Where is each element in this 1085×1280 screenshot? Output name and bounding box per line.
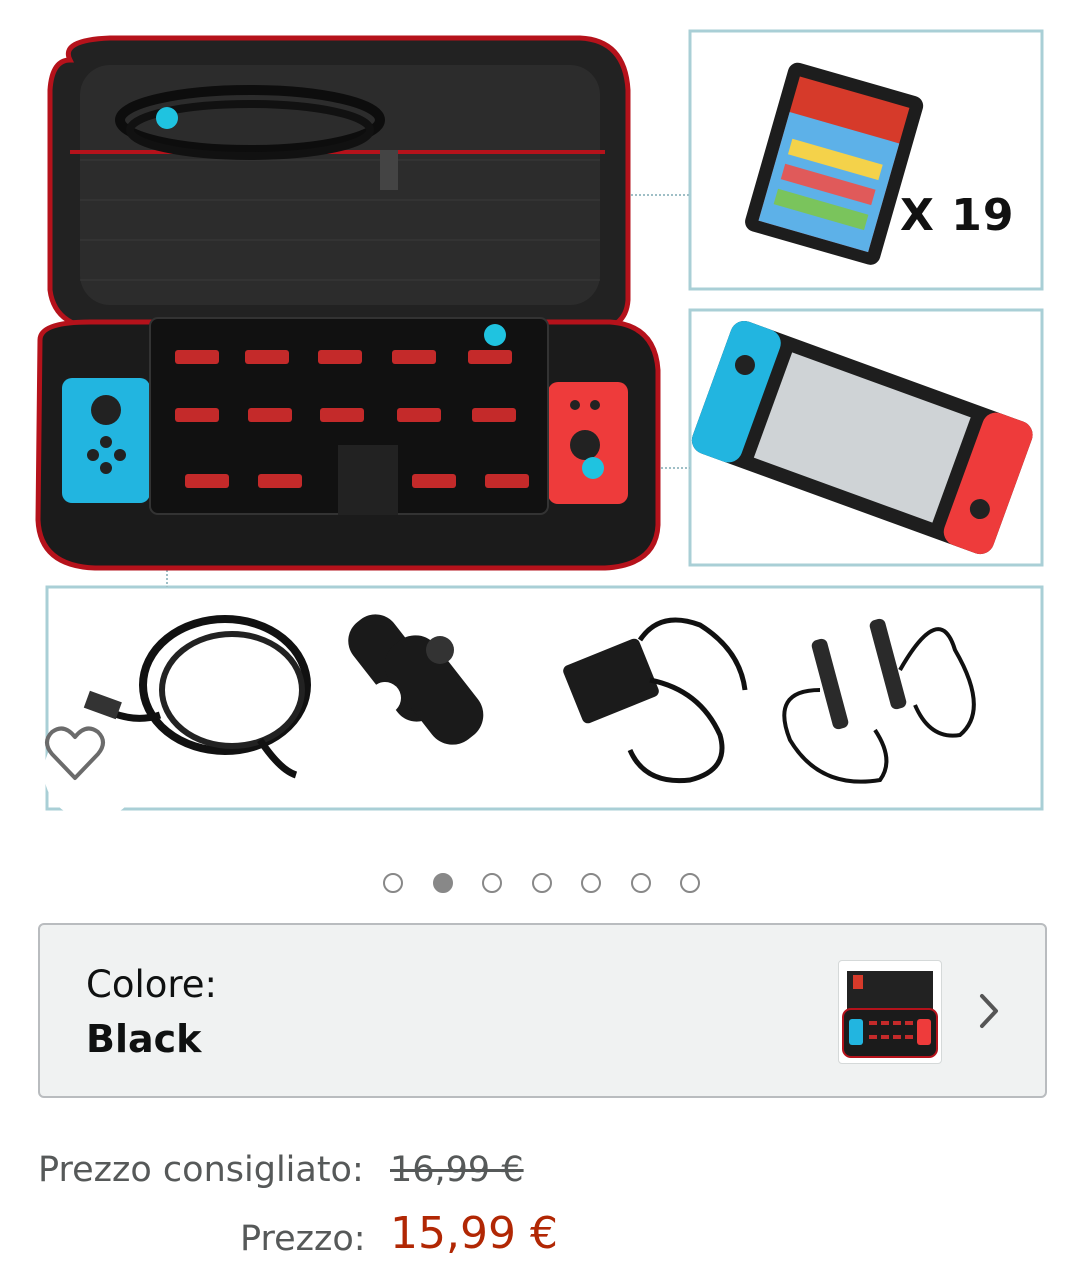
carousel-dot[interactable] bbox=[581, 873, 601, 893]
favorite-button[interactable] bbox=[44, 724, 140, 820]
product-image[interactable]: X 19 bbox=[0, 0, 1085, 840]
heart-outline-icon bbox=[45, 726, 105, 780]
variant-label: Colore: bbox=[86, 963, 218, 1006]
carousel-indicator bbox=[0, 871, 1085, 895]
carousel-dot[interactable] bbox=[531, 873, 552, 893]
price-label: Prezzo: bbox=[240, 1219, 366, 1259]
carousel-dot[interactable] bbox=[680, 873, 700, 893]
color-variant-selector[interactable]: Colore: Black bbox=[38, 923, 1047, 1098]
list-price-label: Prezzo consigliato: bbox=[38, 1150, 364, 1190]
carousel-dot[interactable] bbox=[630, 873, 651, 893]
carousel-dot[interactable] bbox=[432, 873, 453, 893]
carousel-dot[interactable] bbox=[383, 873, 403, 893]
card-count-badge: X 19 bbox=[900, 190, 1015, 241]
variant-value: Black bbox=[86, 1017, 202, 1061]
carousel-dot[interactable] bbox=[482, 873, 502, 893]
variant-thumbnail bbox=[838, 960, 942, 1064]
current-price: 15,99 € bbox=[390, 1208, 558, 1259]
list-price: 16,99 € bbox=[390, 1150, 524, 1190]
case-illustration bbox=[35, 29, 1044, 811]
chevron-right-icon bbox=[980, 994, 998, 1028]
